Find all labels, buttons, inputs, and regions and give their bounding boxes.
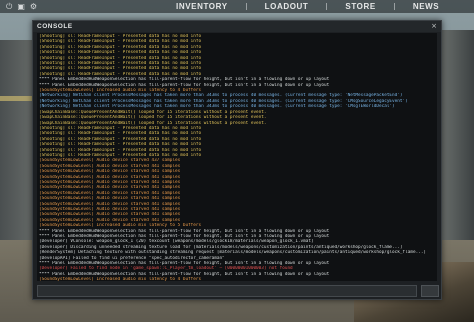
nav-store[interactable]: STORE xyxy=(345,0,375,13)
console-titlebar[interactable]: CONSOLE × xyxy=(33,21,441,32)
console-log[interactable]: [Shooting] sl: ReadFrameInput - Presente… xyxy=(37,33,437,281)
nav-separator xyxy=(393,3,395,10)
power-icon[interactable]: ⏻ xyxy=(6,0,12,13)
console-log-line: [SoundSystemLowLevel] Increased audio mi… xyxy=(39,277,202,281)
close-icon[interactable]: × xyxy=(431,21,437,32)
nav-separator xyxy=(326,3,328,10)
nav-news[interactable]: NEWS xyxy=(413,0,439,13)
console-submit-button[interactable] xyxy=(421,285,439,297)
gear-icon[interactable]: ⚙ xyxy=(30,0,37,13)
console-window: CONSOLE × [Shooting] sl: ReadFrameInput … xyxy=(32,20,442,300)
nav-separator xyxy=(245,3,247,10)
main-nav: INVENTORY LOADOUT STORE NEWS xyxy=(176,0,439,13)
nav-inventory[interactable]: INVENTORY xyxy=(176,0,228,13)
console-title: CONSOLE xyxy=(37,23,73,30)
console-log-line: [RenderSystem] Detaching texture with ou… xyxy=(39,250,427,256)
console-log-line: [Networking] NetChan client ProcessMessa… xyxy=(39,104,395,110)
nav-loadout[interactable]: LOADOUT xyxy=(265,0,309,13)
tv-icon[interactable]: ▣ xyxy=(17,0,25,13)
main-menu-topbar: ⏻ ▣ ⚙ INVENTORY LOADOUT STORE NEWS xyxy=(0,0,474,13)
console-command-input[interactable] xyxy=(37,285,417,297)
topbar-icons: ⏻ ▣ ⚙ xyxy=(0,0,37,13)
